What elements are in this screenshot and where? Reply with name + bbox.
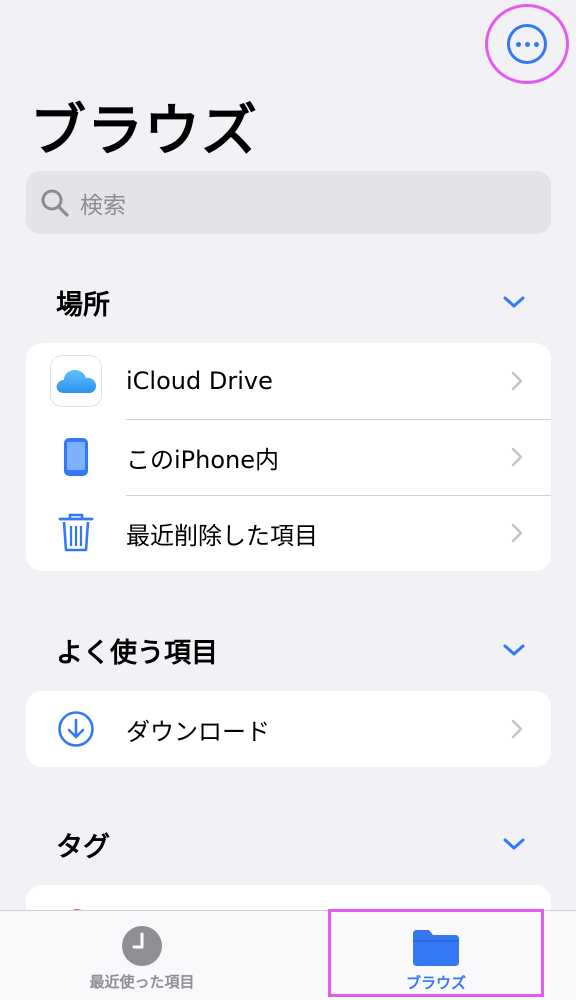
trash-icon: [58, 513, 94, 552]
clock-icon: [122, 926, 162, 966]
chevron-down-icon: [502, 294, 526, 310]
locations-list: iCloud Drive このiPhone内 最近削除した項目: [26, 343, 551, 571]
magnifier-icon: [41, 189, 69, 217]
list-item-label: ダウンロード: [126, 717, 270, 746]
tab-browse-label: ブラウズ: [405, 974, 466, 992]
section-header-locations[interactable]: 場所: [56, 282, 526, 322]
favorites-list: ダウンロード: [26, 691, 551, 767]
list-item-label: 最近削除した項目: [126, 521, 318, 550]
icloud-icon: [50, 355, 102, 407]
section-title-tags: タグ: [56, 831, 110, 863]
section-header-tags[interactable]: タグ: [56, 824, 526, 864]
section-title-locations: 場所: [56, 289, 110, 321]
download-circle-icon: [58, 711, 94, 747]
list-item-downloads[interactable]: ダウンロード: [26, 691, 551, 767]
search-placeholder: 検索: [80, 192, 126, 219]
list-item-icloud-drive[interactable]: iCloud Drive: [26, 343, 551, 419]
section-title-favorites: よく使う項目: [56, 637, 218, 669]
chevron-right-icon: [511, 523, 551, 543]
tab-recent[interactable]: 最近使った項目: [72, 911, 212, 1000]
ellipsis-circle-icon: [507, 24, 547, 64]
more-button[interactable]: [485, 4, 569, 84]
folder-icon: [413, 930, 459, 966]
chevron-down-icon: [502, 642, 526, 658]
page-title: ブラウズ: [30, 99, 258, 164]
chevron-right-icon: [511, 719, 551, 739]
list-item-recently-deleted[interactable]: 最近削除した項目: [26, 495, 551, 571]
list-item-label: このiPhone内: [126, 445, 280, 474]
chevron-right-icon: [511, 447, 551, 467]
chevron-down-icon: [502, 836, 526, 852]
search-field[interactable]: 検索: [26, 171, 551, 234]
tab-bar: 最近使った項目 ブラウズ: [0, 909, 576, 1000]
list-item-on-my-iphone[interactable]: このiPhone内: [26, 419, 551, 495]
tab-browse[interactable]: ブラウズ: [328, 909, 544, 997]
iphone-icon: [64, 438, 88, 476]
list-item-label: iCloud Drive: [126, 367, 273, 395]
tab-recent-label: 最近使った項目: [89, 973, 195, 991]
chevron-right-icon: [511, 371, 551, 391]
section-header-favorites[interactable]: よく使う項目: [56, 630, 526, 670]
